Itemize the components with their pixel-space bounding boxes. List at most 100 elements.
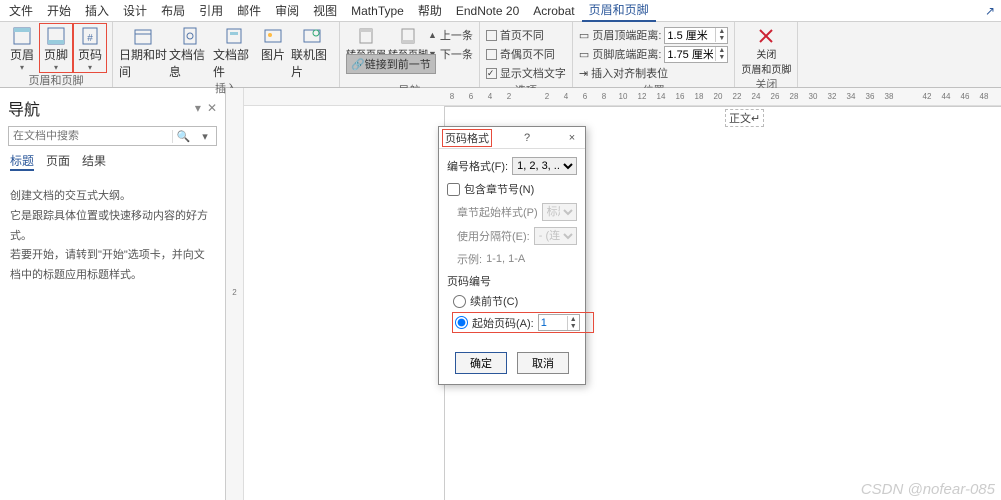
share-icon[interactable]: ↗	[981, 4, 999, 18]
close-hf-label: 关闭 页眉和页脚	[741, 46, 791, 76]
header-top-input[interactable]	[665, 29, 715, 41]
tab-mailings[interactable]: 邮件	[230, 0, 268, 21]
navigation-pane: 导航 ▾ ✕ 🔍 ▾ 标题 页面 结果 创建文档的交互式大纲。 它是跟踪具体位置…	[0, 88, 226, 500]
align-tab-button[interactable]: ⇥插入对齐制表位	[579, 64, 728, 82]
nav-tab-pages[interactable]: 页面	[46, 152, 70, 171]
nav-tabs: 标题 页面 结果	[0, 148, 225, 175]
footer-bottom-spinner[interactable]: ▲▼	[664, 46, 728, 63]
tab-help[interactable]: 帮助	[411, 0, 449, 21]
dialog-close-button[interactable]: ×	[563, 132, 581, 144]
footer-icon	[46, 26, 66, 46]
page-number-button[interactable]: # 页码 ▾	[74, 24, 106, 72]
continue-radio[interactable]: 续前节(C)	[453, 293, 577, 309]
tab-view[interactable]: 视图	[306, 0, 344, 21]
nav-close-icon[interactable]: ✕	[207, 101, 217, 115]
search-dropdown-icon[interactable]: ▾	[194, 130, 216, 143]
continue-radio-input[interactable]	[453, 295, 466, 308]
link-prev-label: 链接到前一节	[365, 59, 431, 71]
footer-button[interactable]: 页脚 ▾	[40, 24, 72, 72]
doc-info-icon	[180, 26, 200, 46]
online-picture-label: 联机图片	[291, 46, 333, 80]
doc-info-button[interactable]: 文档信息	[169, 24, 211, 80]
prev-section-button[interactable]: ▲上一条	[428, 26, 473, 44]
tab-insert[interactable]: 插入	[78, 0, 116, 21]
picture-label: 图片	[261, 46, 285, 63]
dialog-title: 页码格式	[443, 130, 491, 146]
first-page-diff-checkbox[interactable]: 首页不同	[486, 26, 566, 44]
calendar-icon	[133, 26, 153, 46]
group-insert: 日期和时间 文档信息 文档部件 图片 联机图片 插入	[113, 22, 340, 87]
tab-home[interactable]: 开始	[40, 0, 78, 21]
num-format-select[interactable]: 1, 2, 3, ...	[512, 157, 577, 175]
tab-header-footer[interactable]: 页眉和页脚	[582, 0, 656, 22]
prev-label: 上一条	[440, 27, 473, 43]
search-icon[interactable]: 🔍	[172, 130, 194, 143]
start-at-radio-input[interactable]	[455, 316, 468, 329]
example-value: 1-1, 1-A	[486, 253, 525, 265]
footer-bottom-input[interactable]	[665, 48, 715, 60]
dialog-help-button[interactable]: ?	[518, 132, 536, 144]
nav-help-line: 创建文档的交互式大纲。	[10, 187, 215, 207]
spinner-arrows-icon[interactable]: ▲▼	[567, 316, 579, 330]
header-top-spinner[interactable]: ▲▼	[664, 27, 728, 44]
tab-acrobat[interactable]: Acrobat	[526, 2, 581, 20]
picture-button[interactable]: 图片	[257, 24, 289, 63]
quick-parts-button[interactable]: 文档部件	[213, 24, 255, 80]
online-picture-button[interactable]: 联机图片	[291, 24, 333, 80]
footer-label: 页脚	[44, 46, 68, 63]
footer-bottom-row: ▭ 页脚底端距离: ▲▼	[579, 45, 728, 63]
date-time-label: 日期和时间	[119, 46, 167, 80]
page-number-format-dialog: 页码格式 ? × 编号格式(F): 1, 2, 3, ... 包含章节号(N) …	[438, 126, 586, 385]
dialog-titlebar[interactable]: 页码格式 ? ×	[439, 127, 585, 149]
nav-dropdown-icon[interactable]: ▾	[195, 101, 201, 115]
document-area[interactable]: 8642246810121416182022242628303234363842…	[244, 88, 1001, 500]
link-to-previous-button[interactable]: 🔗链接到前一节	[346, 54, 436, 74]
search-field[interactable]	[9, 130, 172, 142]
chapter-style-select: 标题 1	[542, 203, 577, 221]
group-title: 页眉和页脚	[6, 72, 106, 89]
tab-mathtype[interactable]: MathType	[344, 2, 411, 20]
tab-references[interactable]: 引用	[192, 0, 230, 21]
start-at-radio[interactable]: 起始页码(A): ▲▼	[453, 313, 593, 332]
group-header-footer: 页眉 ▾ 页脚 ▾ # 页码 ▾ 页眉和页脚	[0, 22, 113, 87]
tab-design[interactable]: 设计	[116, 0, 154, 21]
nav-tab-results[interactable]: 结果	[82, 152, 106, 171]
nav-help-line: 若要开始，请转到"开始"选项卡，并向文档中的标题应用标题样式。	[10, 246, 215, 286]
tab-file[interactable]: 文件	[2, 0, 40, 21]
include-chapter-checkbox[interactable]	[447, 183, 460, 196]
tab-layout[interactable]: 布局	[154, 0, 192, 21]
cancel-button[interactable]: 取消	[517, 352, 569, 374]
nav-tab-headings[interactable]: 标题	[10, 152, 34, 171]
chevron-down-icon: ▾	[88, 63, 92, 72]
example-label: 示例:	[457, 251, 482, 267]
close-hf-button[interactable]: 关闭 页眉和页脚	[741, 24, 791, 76]
nav-title: 导航	[8, 96, 40, 120]
show-doc-text-checkbox[interactable]: 显示文档文字	[486, 64, 566, 82]
tab-review[interactable]: 审阅	[268, 0, 306, 21]
next-label: 下一条	[440, 46, 473, 62]
ok-button[interactable]: 确定	[455, 352, 507, 374]
include-chapter-label: 包含章节号(N)	[464, 181, 534, 197]
date-time-button[interactable]: 日期和时间	[119, 24, 167, 80]
header-button[interactable]: 页眉 ▾	[6, 24, 38, 72]
tab-icon: ⇥	[579, 67, 588, 80]
start-at-input[interactable]	[539, 317, 567, 329]
arrow-up-icon: ▲	[428, 30, 437, 40]
quick-parts-label: 文档部件	[213, 46, 255, 80]
tab-endnote[interactable]: EndNote 20	[449, 2, 526, 20]
nav-search-input[interactable]: 🔍 ▾	[8, 126, 217, 146]
pagenum-legend: 页码编号	[447, 273, 577, 289]
nav-help-text: 创建文档的交互式大纲。 它是跟踪具体位置或快速移动内容的好方式。 若要开始，请转…	[0, 175, 225, 298]
num-format-label: 编号格式(F):	[447, 158, 508, 174]
odd-even-diff-checkbox[interactable]: 奇偶页不同	[486, 45, 566, 63]
menu-bar: 文件 开始 插入 设计 布局 引用 邮件 审阅 视图 MathType 帮助 E…	[0, 0, 1001, 22]
nav-help-line: 它是跟踪具体位置或快速移动内容的好方式。	[10, 207, 215, 247]
group-close: 关闭 页眉和页脚 关闭	[735, 22, 798, 87]
vruler-mark: 2	[226, 288, 243, 297]
header-label: 页眉	[10, 46, 34, 63]
spinner-arrows-icon[interactable]: ▲▼	[715, 47, 727, 61]
spinner-arrows-icon[interactable]: ▲▼	[715, 28, 727, 42]
first-page-diff-label: 首页不同	[500, 27, 544, 43]
start-at-label: 起始页码(A):	[472, 315, 534, 331]
start-at-spinner[interactable]: ▲▼	[538, 314, 580, 331]
